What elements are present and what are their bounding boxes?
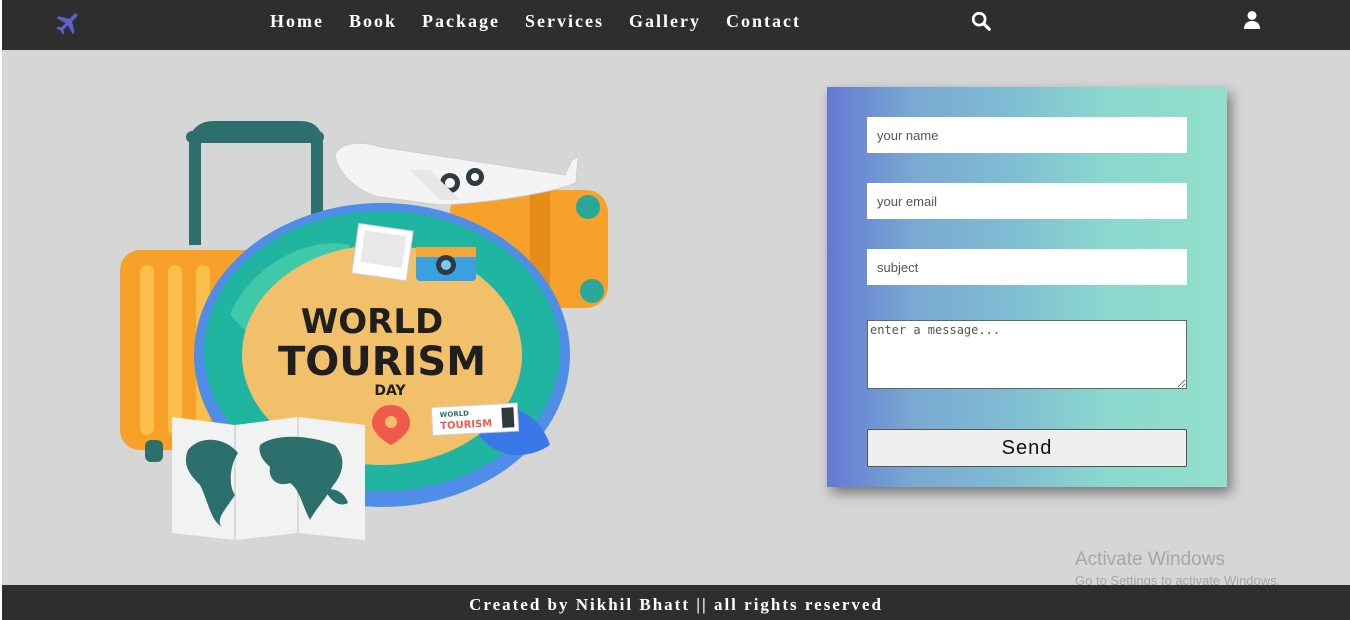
main-nav: Home Book Package Services Gallery Conta… [270, 9, 826, 33]
watermark-title: Activate Windows [1075, 549, 1225, 570]
badge-tourism-text: TOURISM [278, 339, 486, 385]
world-map-icon [172, 417, 365, 540]
email-input[interactable] [867, 183, 1187, 219]
top-navbar: Home Book Package Services Gallery Conta… [2, 0, 1350, 50]
nav-package[interactable]: Package [422, 9, 500, 33]
world-tourism-day-illustration: WORLD TOURISM DAY WORLD TOURISM [120, 121, 608, 540]
nav-home[interactable]: Home [270, 9, 324, 33]
nav-gallery[interactable]: Gallery [629, 9, 701, 33]
window-edge [0, 0, 2, 620]
send-button[interactable]: Send [867, 429, 1187, 467]
search-icon[interactable] [970, 10, 992, 32]
footer-text: Created by Nikhil Bhatt || all rights re… [469, 595, 883, 614]
nav-contact[interactable]: Contact [726, 9, 801, 33]
activate-windows-watermark: Activate Windows Go to Settings to activ… [1075, 548, 1280, 590]
badge-day-text: DAY [374, 383, 406, 399]
name-input[interactable] [867, 117, 1187, 153]
user-icon[interactable] [1243, 10, 1261, 30]
ticket-world-text: WORLD [439, 410, 469, 420]
badge-world-text: WORLD [301, 302, 443, 342]
nav-services[interactable]: Services [525, 9, 604, 33]
ticket-icon: WORLD TOURISM [430, 402, 520, 437]
nav-book[interactable]: Book [349, 9, 397, 33]
footer: Created by Nikhil Bhatt || all rights re… [2, 585, 1350, 620]
airplane-icon[interactable] [52, 10, 80, 38]
subject-input[interactable] [867, 249, 1187, 285]
message-textarea[interactable] [867, 320, 1187, 389]
contact-form-card: Send [827, 87, 1227, 487]
